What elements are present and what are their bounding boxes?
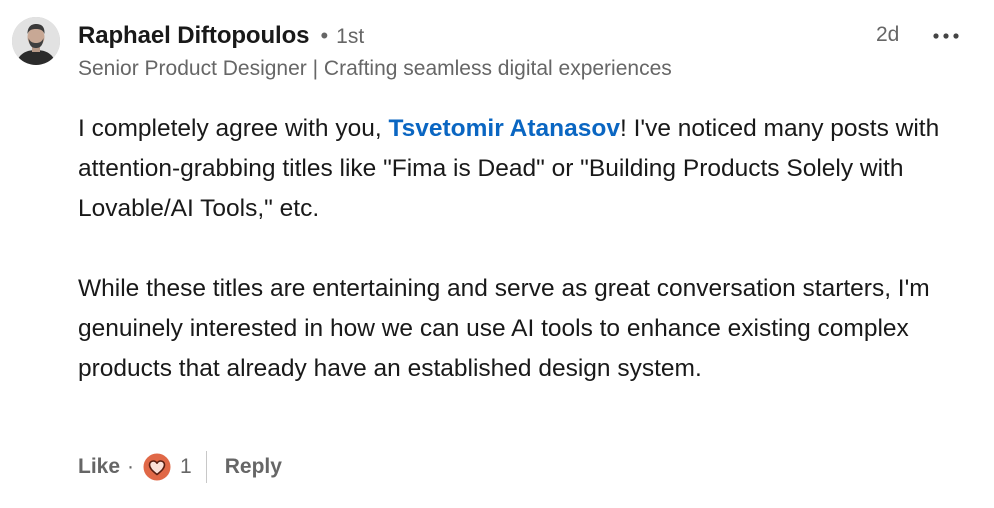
comment-actions: Like · 1 Reply (78, 448, 282, 486)
more-options-button[interactable] (926, 22, 966, 50)
comment-paragraph: I completely agree with you, Tsvetomir A… (78, 109, 978, 229)
connection-degree: 1st (336, 25, 365, 48)
comment-paragraph: While these titles are entertaining and … (78, 275, 930, 382)
author-name[interactable]: Raphael Diftopoulos (78, 22, 310, 50)
comment-body: I completely agree with you, Tsvetomir A… (78, 109, 978, 389)
author-headline: Senior Product Designer | Crafting seaml… (78, 57, 672, 80)
author-row: Raphael Diftopoulos • 1st (78, 22, 364, 56)
like-button[interactable]: Like (78, 455, 120, 479)
reaction-count[interactable]: 1 (180, 455, 192, 479)
comment-card: Raphael Diftopoulos • 1st Senior Product… (0, 0, 994, 508)
profile-photo (12, 17, 60, 65)
timestamp: 2d (876, 23, 900, 46)
mention-link[interactable]: Tsvetomir Atanasov (389, 115, 620, 142)
reply-button[interactable]: Reply (225, 455, 282, 479)
separator-dot: • (320, 23, 329, 48)
more-horizontal-icon (933, 33, 959, 39)
heart-reaction-icon[interactable] (142, 452, 172, 482)
avatar[interactable] (12, 17, 60, 65)
action-divider (205, 451, 207, 483)
comment-text: I completely agree with you, (78, 115, 389, 142)
action-dot: · (127, 455, 135, 478)
